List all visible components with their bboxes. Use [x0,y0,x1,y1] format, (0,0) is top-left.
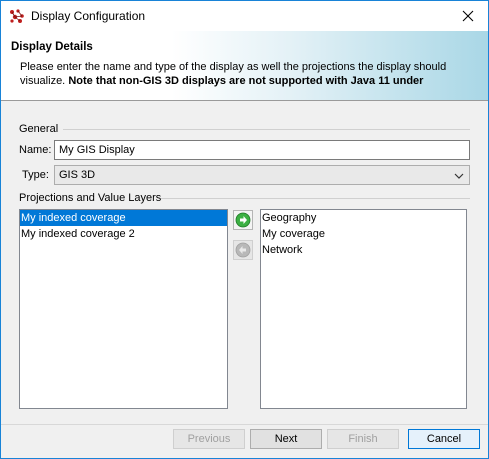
dialog-window: Display Configuration Display Details Pl… [0,0,489,459]
title-bar: Display Configuration [1,1,488,31]
previous-button-label: Previous [187,433,231,445]
arrow-right-icon [235,212,251,228]
name-input[interactable]: My GIS Display [54,140,470,160]
remove-projection-button[interactable] [233,240,253,260]
list-item[interactable]: My coverage [261,226,466,242]
general-separator [63,129,470,130]
type-label: Type: [22,169,49,181]
finish-button[interactable]: Finish [327,429,399,449]
list-item[interactable]: My indexed coverage 2 [20,226,227,242]
close-icon [462,10,474,22]
add-projection-button[interactable] [233,210,253,230]
type-select[interactable]: GIS 3D [54,165,470,185]
close-button[interactable] [448,1,488,31]
previous-button[interactable]: Previous [173,429,245,449]
name-label: Name: [19,144,52,156]
arrow-left-icon [235,242,251,258]
available-projections-list[interactable]: My indexed coverage My indexed coverage … [19,209,228,409]
projections-section-label: Projections and Value Layers [19,192,162,204]
selected-projections-list[interactable]: Geography My coverage Network [260,209,467,409]
cancel-button-label: Cancel [426,433,462,445]
finish-button-label: Finish [348,433,378,445]
header-title: Display Details [11,41,93,53]
list-item[interactable]: Network [261,242,466,258]
header-description-note: Note that non-GIS 3D displays are not su… [68,75,424,87]
footer-separator [1,424,488,425]
next-button[interactable]: Next [250,429,322,449]
header-panel: Display Details Please enter the name an… [1,31,488,101]
cancel-button[interactable]: Cancel [408,429,480,449]
general-section-label: General [19,123,59,135]
app-icon [9,8,25,24]
chevron-down-icon [454,171,464,183]
header-description: Please enter the name and type of the di… [20,60,475,88]
projections-separator [161,198,470,199]
type-select-value: GIS 3D [59,169,96,181]
next-button-label: Next [274,433,298,445]
window-title: Display Configuration [31,9,146,23]
list-item[interactable]: Geography [261,210,466,226]
list-item[interactable]: My indexed coverage [20,210,227,226]
